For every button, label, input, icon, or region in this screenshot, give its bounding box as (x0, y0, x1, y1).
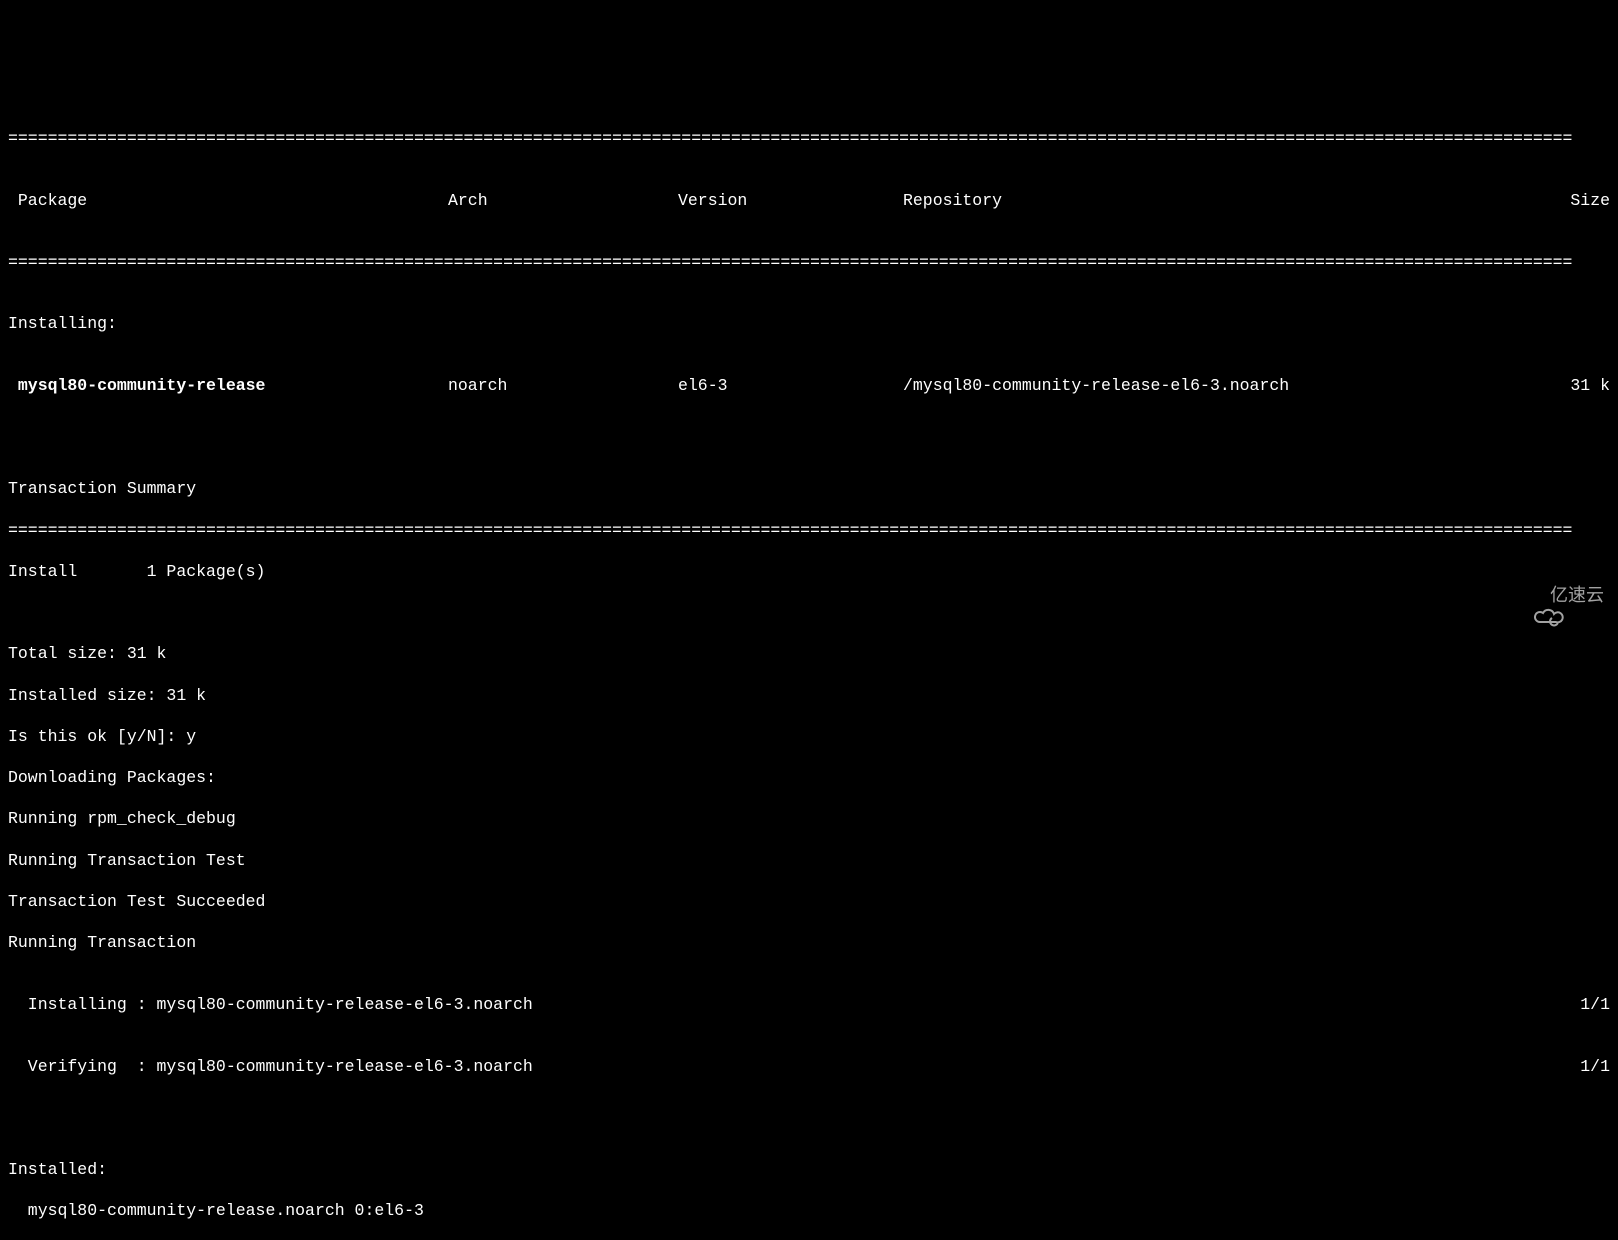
separator-line: ========================================… (8, 129, 1610, 150)
header-package: Package (8, 191, 448, 212)
installed-header: Installed: (8, 1160, 1610, 1181)
transaction-test-line: Running Transaction Test (8, 851, 1610, 872)
rpm-check-line: Running rpm_check_debug (8, 809, 1610, 830)
total-size-line: Total size: 31 k (8, 644, 1610, 665)
downloading-line: Downloading Packages: (8, 768, 1610, 789)
package-row: mysql80-community-release noarch el6-3 /… (8, 376, 1610, 397)
table-header-row: Package Arch Version Repository Size (8, 191, 1610, 212)
installed-pkg-line: mysql80-community-release.noarch 0:el6-3 (8, 1201, 1610, 1222)
verifying-count: 1/1 (1580, 1057, 1610, 1078)
transaction-test-ok-line: Transaction Test Succeeded (8, 892, 1610, 913)
header-arch: Arch (448, 191, 678, 212)
confirm-prompt-line: Is this ok [y/N]: y (8, 727, 1610, 748)
blank (8, 1119, 1610, 1140)
separator-line: ========================================… (8, 521, 1610, 542)
watermark: 亿速云 (1512, 584, 1604, 607)
installing-header: Installing: (8, 314, 1610, 335)
running-transaction-line: Running Transaction (8, 933, 1610, 954)
separator-line: ========================================… (8, 253, 1610, 274)
watermark-text: 亿速云 (1550, 584, 1604, 607)
pkg-name: mysql80-community-release (8, 376, 448, 397)
header-version: Version (678, 191, 903, 212)
header-repository: Repository (903, 191, 1493, 212)
blank-top (8, 88, 1610, 109)
verifying-pkg-text: Verifying : mysql80-community-release-el… (8, 1057, 1580, 1078)
pkg-arch: noarch (448, 376, 678, 397)
installing-count: 1/1 (1580, 995, 1610, 1016)
cloud-icon (1512, 584, 1546, 606)
pkg-size: 31 k (1493, 376, 1610, 397)
blank (8, 438, 1610, 459)
installed-size-line: Installed size: 31 k (8, 686, 1610, 707)
pkg-version: el6-3 (678, 376, 903, 397)
blank (8, 603, 1610, 624)
verifying-progress-line: Verifying : mysql80-community-release-el… (8, 1057, 1610, 1078)
pkg-repo: /mysql80-community-release-el6-3.noarch (903, 376, 1493, 397)
installing-pkg-text: Installing : mysql80-community-release-e… (8, 995, 1580, 1016)
install-count-line: Install 1 Package(s) (8, 562, 1610, 583)
installing-progress-line: Installing : mysql80-community-release-e… (8, 995, 1610, 1016)
header-size: Size (1493, 191, 1610, 212)
transaction-summary-header: Transaction Summary (8, 479, 1610, 500)
